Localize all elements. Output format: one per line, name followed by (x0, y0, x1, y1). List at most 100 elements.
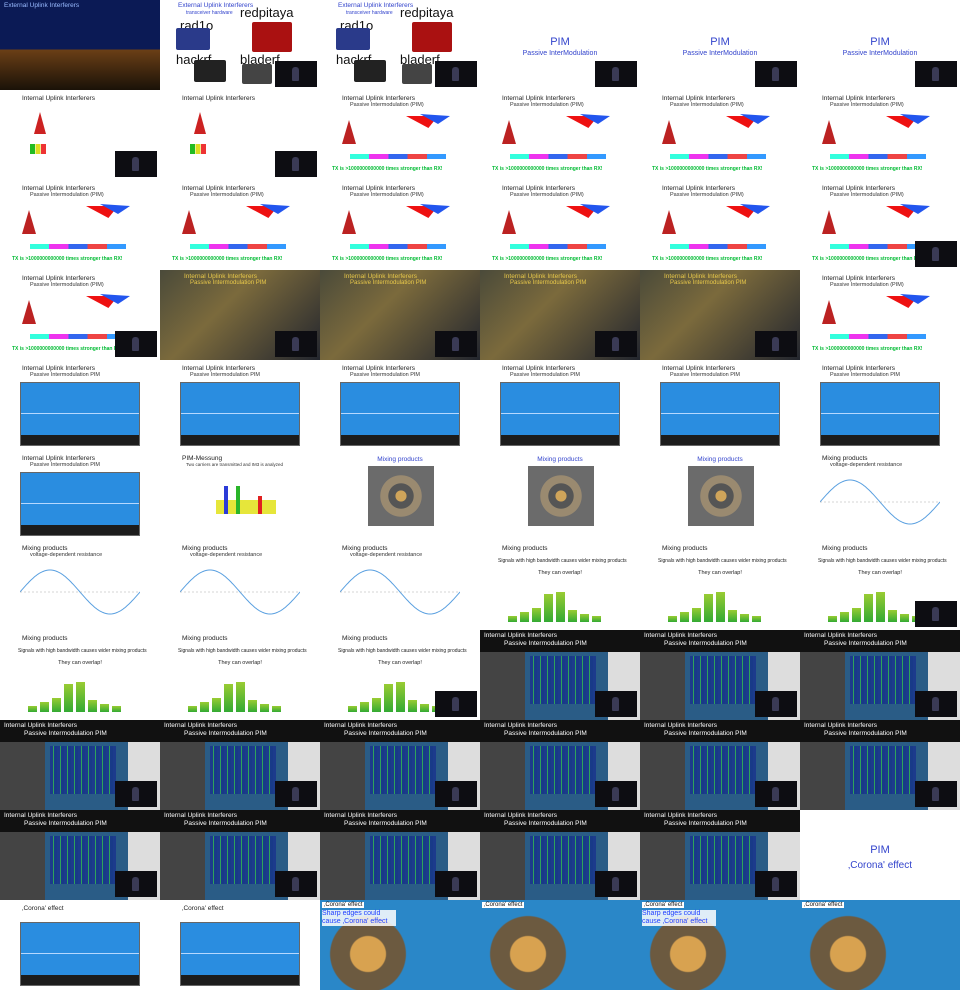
slide-thumbnail[interactable]: Mixing products Signals with high bandwid… (480, 540, 640, 630)
slide-thumbnail[interactable]: Internal Uplink Interferers Passive Inter… (640, 810, 800, 900)
slide-thumbnail[interactable]: Internal Uplink Interferers Passive Inter… (0, 270, 160, 360)
mixing-products-spectrum (508, 582, 608, 622)
slide-thumbnail[interactable]: Internal Uplink Interferers Passive Inter… (640, 630, 800, 720)
slide-thumbnail[interactable]: External Uplink Interferers transceiver h… (160, 0, 320, 90)
slide-thumbnail[interactable]: Internal Uplink Interferers Passive Inter… (800, 360, 960, 450)
slide-thumbnail[interactable]: Mixing products voltage-dependent resista… (0, 540, 160, 630)
slide-subtitle: Passive Intermodulation PIM (510, 372, 581, 378)
slide-thumbnail[interactable]: Mixing products voltage-dependent resista… (800, 450, 960, 540)
slide-subtitle: Passive Intermodulation (PIM) (510, 102, 584, 108)
spectrum-bar (112, 706, 121, 712)
tx-strength-caption: TX is >1000000000000 times stronger than… (652, 166, 763, 172)
slide-title: Mixing products (182, 545, 228, 552)
slide-thumbnail[interactable]: Internal Uplink Interferers Passive Inter… (320, 810, 480, 900)
slide-thumbnail[interactable]: Internal Uplink Interferers (0, 90, 160, 180)
connector-corona-photo (800, 900, 960, 990)
slide-thumbnail[interactable]: Internal Uplink Interferers Passive Inter… (320, 90, 480, 180)
slide-thumbnail[interactable]: Internal Uplink Interferers Passive Inter… (320, 720, 480, 810)
slide-thumbnail[interactable]: ‚Corona' effect Sharp edges could cause ‚… (320, 900, 480, 990)
slide-thumbnail[interactable]: Internal Uplink Interferers Passive Inter… (320, 270, 480, 360)
slide-thumbnail[interactable]: Internal Uplink Interferers Passive Inter… (800, 90, 960, 180)
slide-thumbnail[interactable]: Internal Uplink Interferers Passive Inter… (480, 810, 640, 900)
spectrum-analyzer-screenshot (20, 922, 140, 986)
slide-thumbnail[interactable]: External Uplink Interferers transceiver h… (320, 0, 480, 90)
slide-thumbnail[interactable]: PIM-Messung Two carriers are transmitted … (160, 450, 320, 540)
slide-thumbnail[interactable]: Mixing products voltage-dependent resista… (320, 540, 480, 630)
slide-thumbnail[interactable]: External Uplink Interferers (0, 0, 160, 90)
slide-thumbnail[interactable]: Internal Uplink Interferers Passive Inter… (480, 270, 640, 360)
slide-thumbnail[interactable]: PIM Passive InterModulation (480, 0, 640, 90)
slide-thumbnail[interactable]: Internal Uplink Interferers Passive Inter… (640, 180, 800, 270)
slide-body-text: They can overlap! (538, 570, 582, 576)
slide-thumbnail[interactable]: Internal Uplink Interferers Passive Inter… (160, 720, 320, 810)
slide-thumbnail[interactable]: Internal Uplink Interferers Passive Inter… (800, 720, 960, 810)
spectrum-bar (740, 614, 749, 622)
slide-thumbnail[interactable]: Mixing products (320, 450, 480, 540)
slide-thumbnail[interactable]: Internal Uplink Interferers Passive Inter… (0, 360, 160, 450)
slide-thumbnail[interactable]: Internal Uplink Interferers Passive Inter… (800, 630, 960, 720)
slide-thumbnail[interactable]: Internal Uplink Interferers Passive Inter… (640, 90, 800, 180)
slide-title: Internal Uplink Interferers (664, 273, 737, 280)
frequency-band-bar (510, 154, 606, 159)
slide-title: ‚Corona' effect (802, 902, 845, 908)
slide-title: Internal Uplink Interferers (502, 95, 575, 102)
slide-thumbnail[interactable]: Internal Uplink Interferers Passive Inter… (640, 360, 800, 450)
slide-thumbnail[interactable]: Internal Uplink Interferers Passive Inter… (480, 720, 640, 810)
spectrum-bar (360, 702, 369, 712)
sine-wave-plot (180, 569, 300, 615)
slide-title: Mixing products (22, 545, 68, 552)
slide-thumbnail[interactable]: Internal Uplink Interferers Passive Inter… (640, 720, 800, 810)
slide-thumbnail[interactable]: Mixing products (480, 450, 640, 540)
slide-thumbnail[interactable]: ‚Corona' effect (480, 900, 640, 990)
slide-thumbnail[interactable]: Internal Uplink Interferers Passive Inter… (800, 270, 960, 360)
slide-thumbnail[interactable]: Internal Uplink Interferers Passive Inter… (640, 270, 800, 360)
waterfall-display (210, 836, 276, 884)
spectrum-bar (852, 608, 861, 622)
waterfall-strip (661, 435, 779, 445)
spectrum-bar (372, 698, 381, 712)
slide-thumbnail[interactable]: Internal Uplink Interferers Passive Inter… (0, 720, 160, 810)
spectrum-bar (76, 682, 85, 712)
spectrum-bar (532, 608, 541, 622)
slide-title: Internal Uplink Interferers (22, 185, 95, 192)
signal-bars-icon (30, 144, 46, 154)
slide-thumbnail[interactable]: Internal Uplink Interferers Passive Inter… (800, 180, 960, 270)
slide-thumbnail[interactable]: Internal Uplink Interferers Passive Inter… (320, 180, 480, 270)
slide-thumbnail[interactable]: Internal Uplink Interferers Passive Inter… (0, 180, 160, 270)
antenna-icon (822, 210, 836, 234)
slide-thumbnail[interactable]: Internal Uplink Interferers Passive Inter… (0, 810, 160, 900)
slide-thumbnail[interactable]: PIM Passive InterModulation (800, 0, 960, 90)
slide-thumbnail[interactable]: ‚Corona' effect (800, 900, 960, 990)
slide-thumbnail[interactable]: Internal Uplink Interferers Passive Inter… (160, 270, 320, 360)
slide-thumbnail[interactable]: Internal Uplink Interferers Passive Inter… (480, 180, 640, 270)
slide-thumbnail[interactable]: Internal Uplink Interferers Passive Inter… (480, 90, 640, 180)
slide-title: External Uplink Interferers (4, 2, 80, 9)
spectrum-bar (396, 682, 405, 712)
slide-thumbnail[interactable]: Internal Uplink Interferers Passive Inter… (0, 450, 160, 540)
slide-thumbnail[interactable]: ‚Corona' effect‚Corona' effect (0, 900, 160, 990)
tx-strength-caption: TX is >1000000000000 times stronger than… (332, 256, 443, 262)
slide-thumbnail[interactable]: Mixing products Signals with high bandwid… (160, 630, 320, 720)
slide-thumbnail[interactable]: Mixing products Signals with high bandwid… (320, 630, 480, 720)
noise-floor-line (821, 413, 939, 414)
slide-thumbnail[interactable]: ‚Corona' effect Sharp edges could cause ‚… (640, 900, 800, 990)
slide-thumbnail[interactable]: Mixing products voltage-dependent resista… (160, 540, 320, 630)
slide-title: ‚Corona' effect (182, 905, 224, 912)
slide-thumbnail[interactable]: PIM ‚Corona' effect (800, 810, 960, 900)
slide-thumbnail[interactable]: Internal Uplink Interferers Passive Inter… (160, 810, 320, 900)
slide-subtitle: Passive Intermodulation PIM (664, 640, 747, 647)
slide-thumbnail[interactable]: Mixing products Signals with high bandwid… (640, 540, 800, 630)
slide-thumbnail[interactable]: Internal Uplink Interferers Passive Inter… (320, 360, 480, 450)
slide-thumbnail[interactable]: Mixing products Signals with high bandwid… (800, 540, 960, 630)
slide-thumbnail[interactable]: Mixing products Signals with high bandwid… (0, 630, 160, 720)
slide-thumbnail[interactable]: Internal Uplink Interferers (160, 90, 320, 180)
slide-thumbnail[interactable]: Internal Uplink Interferers Passive Inter… (160, 180, 320, 270)
slide-thumbnail[interactable]: PIM Passive InterModulation (640, 0, 800, 90)
slide-thumbnail[interactable]: Mixing products (640, 450, 800, 540)
speaker-video-inset (115, 151, 157, 177)
slide-thumbnail[interactable]: Internal Uplink Interferers Passive Inter… (160, 360, 320, 450)
slide-thumbnail[interactable]: ‚Corona' effect‚Corona' effect (160, 900, 320, 990)
slide-thumbnail[interactable]: Internal Uplink Interferers Passive Inter… (480, 360, 640, 450)
waterfall-display (850, 746, 916, 794)
slide-thumbnail[interactable]: Internal Uplink Interferers Passive Inter… (480, 630, 640, 720)
